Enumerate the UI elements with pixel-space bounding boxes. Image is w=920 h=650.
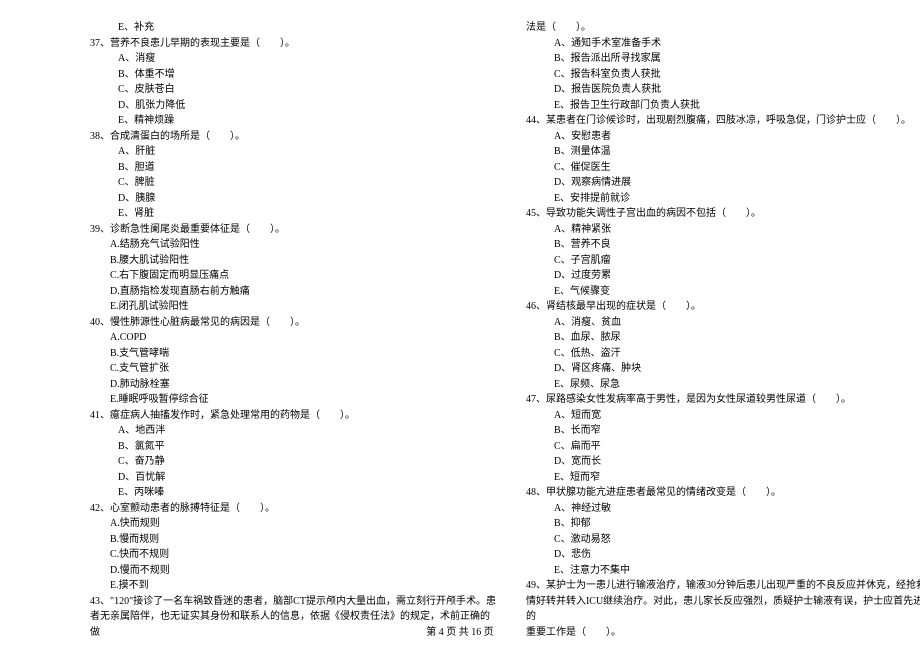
- option-line: C.快而不规则: [90, 547, 496, 563]
- option-line: B、报告派出所寻找家属: [526, 51, 920, 67]
- option-line: E、补充: [90, 20, 496, 36]
- option-line: D.直肠指检发现直肠右前方触痛: [90, 284, 496, 300]
- option-line: A、消瘦、贫血: [526, 315, 920, 331]
- option-line: C、脾脏: [90, 175, 496, 191]
- option-line: D.肺动脉栓塞: [90, 377, 496, 393]
- option-line: D、百忧解: [90, 470, 496, 486]
- option-line: D、观察病情进展: [526, 175, 920, 191]
- option-line: E、报告卫生行政部门负责人获批: [526, 98, 920, 114]
- option-line: E、气候骤变: [526, 284, 920, 300]
- option-line: E、尿频、尿急: [526, 377, 920, 393]
- option-line: B、血尿、脓尿: [526, 330, 920, 346]
- option-line: C、皮肤苍白: [90, 82, 496, 98]
- option-line: E、肾脏: [90, 206, 496, 222]
- option-line: B、胆道: [90, 160, 496, 176]
- option-line: B、营养不良: [526, 237, 920, 253]
- option-line: D、肌张力降低: [90, 98, 496, 114]
- option-line: C、扁而平: [526, 439, 920, 455]
- option-line: B.慢而规则: [90, 532, 496, 548]
- question-line: 46、肾结核最早出现的症状是（ ）。: [526, 299, 920, 315]
- option-line: A.结肠充气试验阳性: [90, 237, 496, 253]
- option-line: B.支气管哮喘: [90, 346, 496, 362]
- option-line: C、报告科室负责人获批: [526, 67, 920, 83]
- option-line: C、催促医生: [526, 160, 920, 176]
- option-line: D、悲伤: [526, 547, 920, 563]
- option-line: E、精神烦躁: [90, 113, 496, 129]
- option-line: D、肾区疼痛、肿块: [526, 361, 920, 377]
- option-line: E.闭孔肌试验阳性: [90, 299, 496, 315]
- left-column: E、补充37、营养不良患儿早期的表现主要是（ ）。A、消瘦B、体重不增C、皮肤苍…: [90, 20, 496, 610]
- option-line: E、安排提前就诊: [526, 191, 920, 207]
- option-line: B.腰大肌试验阳性: [90, 253, 496, 269]
- option-line: A、精神紧张: [526, 222, 920, 238]
- option-line: C.支气管扩张: [90, 361, 496, 377]
- question-line: 44、某患者在门诊候诊时，出现剧烈腹痛，四肢冰凉，呼吸急促，门诊护士应（ ）。: [526, 113, 920, 129]
- question-line: 47、尿路感染女性发病率高于男性，是因为女性尿道较男性尿道（ ）。: [526, 392, 920, 408]
- page-footer: 第 4 页 共 16 页: [0, 623, 920, 638]
- question-line: 48、甲状腺功能亢进症患者最常见的情绪改变是（ ）。: [526, 485, 920, 501]
- option-line: A、通知手术室准备手术: [526, 36, 920, 52]
- option-line: D、过度劳累: [526, 268, 920, 284]
- option-line: B、氯氮平: [90, 439, 496, 455]
- option-line: B、长而窄: [526, 423, 920, 439]
- option-line: E.睡眠呼吸暂停综合征: [90, 392, 496, 408]
- option-line: A、肝脏: [90, 144, 496, 160]
- option-line: A、消瘦: [90, 51, 496, 67]
- question-line: 49、某护士为一患儿进行输液治疗，输液30分钟后患儿出现严重的不良反应并休克，经…: [526, 578, 920, 594]
- option-line: A、地西泮: [90, 423, 496, 439]
- option-line: D、宽而长: [526, 454, 920, 470]
- option-line: A、短而宽: [526, 408, 920, 424]
- wrap-line: 情好转并转入ICU继续治疗。对此，患儿家长反应强烈，质疑护士输液有误，护士应首先…: [526, 594, 920, 625]
- question-line: 39、诊断急性阑尾炎最重要体征是（ ）。: [90, 222, 496, 238]
- wrap-line: 法是（ ）。: [526, 20, 920, 36]
- question-line: 42、心室颤动患者的脉搏特征是（ ）。: [90, 501, 496, 517]
- option-line: C、奋乃静: [90, 454, 496, 470]
- option-line: D、胰腺: [90, 191, 496, 207]
- question-line: 38、合成清蛋白的场所是（ ）。: [90, 129, 496, 145]
- question-line: 40、慢性肺源性心脏病最常见的病因是（ ）。: [90, 315, 496, 331]
- option-line: E、短而窄: [526, 470, 920, 486]
- option-line: C.右下腹固定而明显压痛点: [90, 268, 496, 284]
- question-line: 41、癔症病人抽搐发作时，紧急处理常用的药物是（ ）。: [90, 408, 496, 424]
- option-line: E、注意力不集中: [526, 563, 920, 579]
- option-line: E.摸不到: [90, 578, 496, 594]
- content-columns: E、补充37、营养不良患儿早期的表现主要是（ ）。A、消瘦B、体重不增C、皮肤苍…: [90, 20, 860, 610]
- option-line: B、体重不增: [90, 67, 496, 83]
- option-line: A.快而规则: [90, 516, 496, 532]
- option-line: A.COPD: [90, 330, 496, 346]
- option-line: C、激动易怒: [526, 532, 920, 548]
- option-line: C、低热、盗汗: [526, 346, 920, 362]
- option-line: A、安慰患者: [526, 129, 920, 145]
- right-column: 法是（ ）。A、通知手术室准备手术B、报告派出所寻找家属C、报告科室负责人获批D…: [526, 20, 920, 610]
- option-line: B、测量体温: [526, 144, 920, 160]
- option-line: D、报告医院负责人获批: [526, 82, 920, 98]
- option-line: B、抑郁: [526, 516, 920, 532]
- question-line: 37、营养不良患儿早期的表现主要是（ ）。: [90, 36, 496, 52]
- question-line: 45、导致功能失调性子宫出血的病因不包括（ ）。: [526, 206, 920, 222]
- question-line: 43、"120"接诊了一名车祸致昏迷的患者，脑部CT提示颅内大量出血，需立刻行开…: [90, 594, 496, 610]
- option-line: D.慢而不规则: [90, 563, 496, 579]
- option-line: A、神经过敏: [526, 501, 920, 517]
- option-line: C、子宫肌瘤: [526, 253, 920, 269]
- option-line: E、丙咪嗪: [90, 485, 496, 501]
